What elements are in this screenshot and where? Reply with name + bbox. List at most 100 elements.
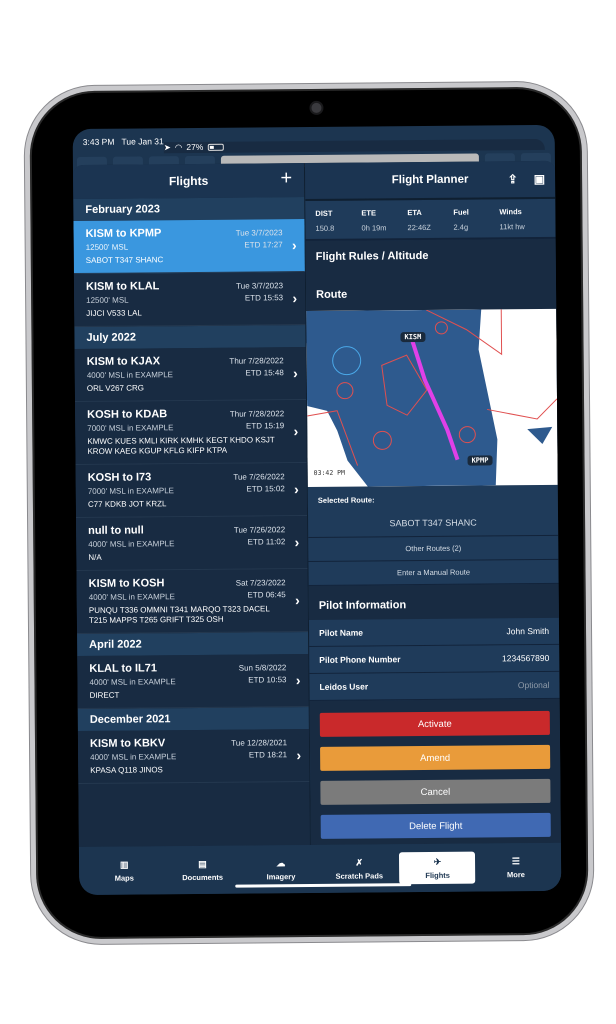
flight-route: N/A (88, 552, 102, 562)
flight-date-text: Tue 3/7/2023 (236, 281, 284, 291)
planner-title: Flight Planner (391, 173, 469, 187)
section-header: July 2022 (74, 325, 306, 350)
section-header: December 2021 (77, 707, 309, 732)
flight-row[interactable]: KLAL to IL71 4000' MSL in EXAMPLE DIRECT… (77, 654, 309, 710)
flight-route: ORL V267 CRG (86, 383, 145, 393)
flight-date-text: Sun 5/8/2022 (238, 663, 287, 673)
cancel-button[interactable]: Cancel (320, 778, 551, 805)
stat-winds: Winds 11kt hw (499, 207, 545, 231)
stat-label: ETE (361, 208, 377, 218)
document-icon: ▤ (198, 858, 207, 869)
flight-row[interactable]: KISM to KLAL 12500' MSL JIJCI V533 LAL T… (73, 272, 306, 328)
tab-documents[interactable]: ▤ Documents (164, 854, 240, 887)
map-icon: ▥ (119, 859, 129, 870)
flight-date: Thur 7/28/2022 ETD 15:19 (230, 408, 284, 432)
flight-route: SABOT T347 SHANC (85, 255, 164, 265)
flight-row[interactable]: KISM to KPMP 12500' MSL SABOT T347 SHANC… (73, 219, 305, 275)
split-view: Flights + February 2023 KISM to KPMP 125… (72, 160, 561, 848)
flight-route: DIRECT (89, 690, 120, 700)
origin-label: KISM (400, 331, 426, 343)
pilot-field-row[interactable]: Leidos User Optional (309, 671, 560, 702)
activate-button[interactable]: Activate (319, 710, 550, 737)
tab-label: Scratch Pads (335, 870, 384, 881)
flight-date: Tue 7/26/2022 ETD 11:02 (234, 524, 286, 548)
flight-date: Tue 3/7/2023 ETD 15:53 (236, 280, 283, 304)
tab-maps[interactable]: ▥ Maps (86, 854, 162, 887)
flight-date-text: Tue 7/26/2022 (233, 472, 285, 482)
flight-row[interactable]: KISM to KJAX 4000' MSL in EXAMPLE ORL V2… (74, 347, 307, 403)
flight-etd: ETD 18:21 (248, 750, 288, 760)
pilot-field-value[interactable]: Optional (518, 680, 550, 690)
stat-ete: ETE 0h 19m (361, 208, 407, 233)
tab-scratch-pads[interactable]: ✗ Scratch Pads (321, 852, 397, 885)
flight-row[interactable]: KOSH to KDAB 7000' MSL in EXAMPLE KMWC K… (75, 400, 307, 466)
flights-header: Flights + (72, 163, 305, 200)
share-icon[interactable]: ⇪ (508, 172, 518, 186)
flights-panel: Flights + February 2023 KISM to KPMP 125… (72, 163, 311, 848)
flight-date: Sun 5/8/2022 ETD 10:53 (239, 662, 287, 686)
pilot-field-value[interactable]: 1234567890 (502, 653, 549, 663)
stat-label: ETA (407, 208, 422, 218)
pilot-fields: Pilot Name John Smith Pilot Phone Number 12… (308, 617, 560, 702)
section-header: February 2023 (73, 197, 305, 222)
tab-more[interactable]: ☰ More (478, 851, 554, 884)
pilot-field-row[interactable]: Pilot Phone Number 1234567890 (309, 644, 560, 675)
tab-label: Flights (425, 870, 450, 880)
stat-eta: ETA 22:46Z (407, 208, 453, 233)
flight-etd: ETD 11:02 (247, 537, 286, 547)
chevron-right-icon: › (295, 672, 301, 689)
pilot-field-label: Pilot Phone Number (319, 654, 401, 665)
route-block: Selected Route: SABOT T347 SHANC Other R… (307, 484, 559, 587)
flight-route: JIJCI V533 LAL (86, 308, 142, 318)
route-title: Route (316, 288, 348, 301)
pilot-field-label: Pilot Name (319, 627, 364, 638)
airplane-icon: ✈ (433, 856, 442, 867)
flight-row[interactable]: KOSH to I73 7000' MSL in EXAMPLE C77 KDK… (75, 463, 308, 519)
pilot-field-row[interactable]: Pilot Name John Smith (308, 617, 560, 648)
battery-percent: 27% (186, 141, 204, 153)
flight-date: Tue 3/7/2023 ETD 17:27 (236, 227, 283, 251)
tab-imagery[interactable]: ☁ Imagery (243, 853, 319, 886)
delete-flight-button[interactable]: Delete Flight (320, 812, 551, 839)
menu-icon: ☰ (511, 855, 520, 866)
pilot-field-value[interactable]: John Smith (506, 626, 549, 636)
stat-fuel: Fuel 2.4g (453, 207, 499, 232)
flight-etd: ETD 15:02 (246, 484, 285, 494)
flight-date-text: Tue 3/7/2023 (235, 228, 283, 238)
other-routes-button[interactable]: Other Routes (2) (308, 535, 559, 563)
stat-value: 22:46Z (407, 222, 431, 233)
flight-row[interactable]: null to null 4000' MSL in EXAMPLE N/A Tu… (76, 516, 308, 572)
camera (309, 100, 324, 115)
flight-rules-title[interactable]: Flight Rules / Altitude (306, 239, 556, 273)
stat-value: 0h 19m (361, 223, 387, 233)
chevron-right-icon: › (292, 290, 298, 307)
save-icon[interactable]: ▣ (534, 172, 545, 186)
tab-label: Maps (114, 873, 134, 883)
screen: 3:43 PM Tue Jan 31 ➤ ◠ 27% Flights + Feb (72, 124, 562, 896)
selected-route[interactable]: SABOT T347 SHANC (307, 508, 559, 539)
amend-button[interactable]: Amend (320, 744, 551, 771)
chevron-right-icon: › (293, 423, 299, 440)
flight-row[interactable]: KISM to KBKV 4000' MSL in EXAMPLE KPASA … (77, 729, 310, 785)
flight-planner-panel: Flight Planner ⇪ ▣ DIST 150.8 ETE 0h 19m ETA… (304, 160, 561, 845)
battery-icon (207, 143, 224, 151)
add-flight-button[interactable]: + (280, 167, 292, 190)
status-date: Tue Jan 31 (121, 136, 164, 147)
section-header: April 2022 (77, 632, 309, 657)
stat-label: Fuel (453, 207, 469, 217)
tab-label: Documents (182, 872, 224, 882)
flight-date-text: Sat 7/23/2022 (235, 578, 286, 588)
location-icon: ➤ (163, 141, 171, 152)
chevron-right-icon: › (294, 481, 299, 498)
tab-label: More (506, 869, 525, 879)
status-time: 3:43 PM (82, 136, 115, 147)
route-map[interactable]: KISM KPMP 03:42 PM (306, 308, 558, 488)
flight-stats: DIST 150.8 ETE 0h 19m ETA 22:46Z Fuel 2.4g Winds… (305, 198, 556, 242)
stat-dist: DIST 150.8 (315, 209, 361, 233)
tab-flights[interactable]: ✈ Flights (399, 851, 476, 885)
map-timestamp: 03:42 PM (313, 468, 345, 477)
manual-route-button[interactable]: Enter a Manual Route (308, 559, 559, 587)
flight-row[interactable]: KISM to KOSH 4000' MSL in EXAMPLE PUNQU … (76, 569, 309, 635)
flight-etd: ETD 15:48 (245, 368, 284, 378)
cloud-icon: ☁ (276, 857, 286, 868)
